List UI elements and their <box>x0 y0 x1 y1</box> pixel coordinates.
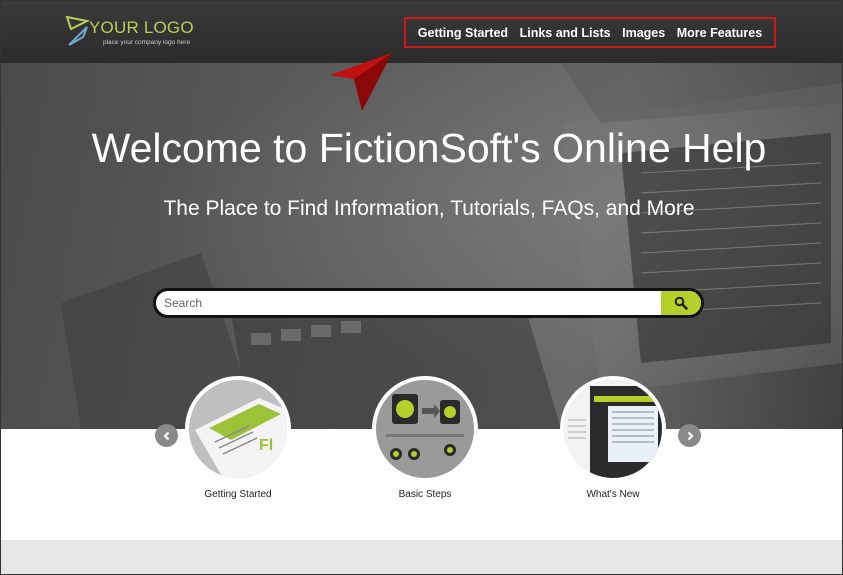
carousel-card-basic-steps[interactable]: Basic Steps <box>365 376 485 500</box>
carousel-next-button[interactable] <box>678 424 701 447</box>
search-icon <box>674 296 688 310</box>
basic-steps-image <box>376 380 474 478</box>
help-page: YOUR LOGO place your company logo here G… <box>0 0 843 575</box>
carousel-prev-button[interactable] <box>155 424 178 447</box>
chevron-right-icon <box>687 431 694 440</box>
getting-started-thumbnail: Fl <box>185 376 291 482</box>
search-button[interactable] <box>661 291 701 315</box>
search-input[interactable] <box>156 291 669 315</box>
hero-subtitle: The Place to Find Information, Tutorials… <box>163 197 695 220</box>
nav-item-images[interactable]: Images <box>622 26 665 40</box>
hero-banner: Welcome to FictionSoft's Online Help The… <box>1 63 842 429</box>
hero-background-image <box>61 63 842 429</box>
main-nav: Getting Started Links and Lists Images M… <box>404 17 776 48</box>
card-label: What's New <box>586 489 640 500</box>
card-label: Getting Started <box>204 489 272 500</box>
logo[interactable]: YOUR LOGO place your company logo here <box>65 15 215 51</box>
logo-tagline: place your company logo here <box>103 39 191 46</box>
chevron-left-icon <box>162 431 169 440</box>
carousel-card-whats-new[interactable]: What's New <box>553 376 673 500</box>
basic-steps-thumbnail <box>372 376 478 482</box>
red-arrow-pointer-icon <box>330 53 392 111</box>
search-bar <box>153 288 704 318</box>
getting-started-image: Fl <box>189 380 287 478</box>
footer-band <box>1 540 842 574</box>
hero-title: Welcome to FictionSoft's Online Help <box>91 125 767 171</box>
nav-item-links-and-lists[interactable]: Links and Lists <box>520 26 611 40</box>
nav-item-getting-started[interactable]: Getting Started <box>418 26 508 40</box>
logo-mark-icon <box>65 15 91 46</box>
top-bar: YOUR LOGO place your company logo here G… <box>1 1 842 63</box>
nav-item-more-features[interactable]: More Features <box>677 26 762 40</box>
carousel-card-getting-started[interactable]: Fl Getting Started <box>178 376 298 500</box>
whats-new-thumbnail <box>560 376 666 482</box>
logo-title: YOUR LOGO <box>89 18 194 37</box>
svg-text:Fl: Fl <box>259 437 273 454</box>
whats-new-image <box>564 380 662 478</box>
card-label: Basic Steps <box>398 489 452 500</box>
